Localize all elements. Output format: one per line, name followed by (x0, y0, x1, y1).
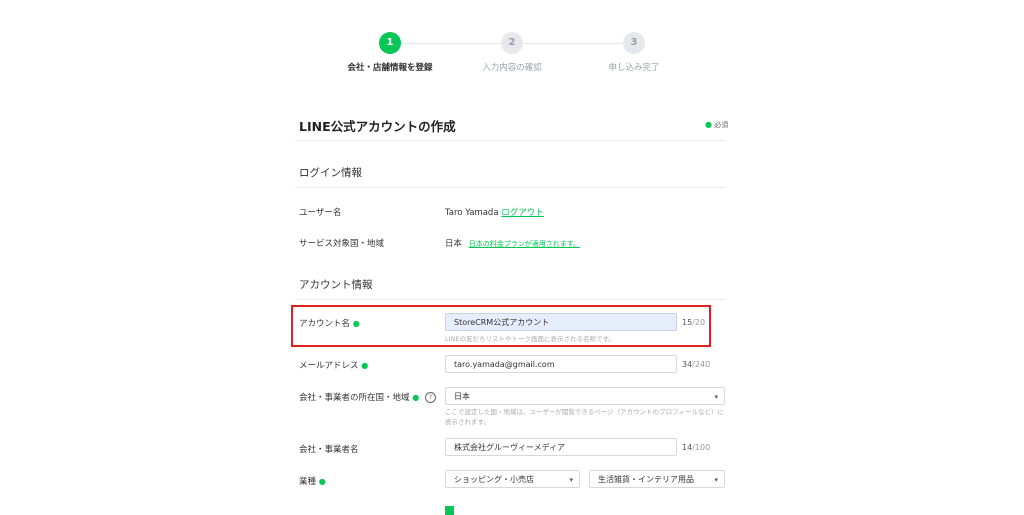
help-icon[interactable]: ? (424, 392, 436, 403)
industry-category-select[interactable]: ショッピング・小売店 ▾ (445, 470, 580, 488)
industry-category-value: ショッピング・小売店 (454, 475, 534, 484)
company-name-max: /100 (692, 443, 711, 452)
email-max: /240 (692, 360, 711, 369)
highlight-box (291, 305, 711, 347)
company-name-counter: 14/100 (682, 443, 710, 452)
step-number: 1 (379, 32, 401, 54)
chevron-down-icon: ▾ (714, 476, 718, 484)
step-label: 入力内容の確認 (482, 63, 542, 73)
required-dot-icon: ● (361, 361, 369, 370)
country-select[interactable]: 日本 ▾ (445, 387, 725, 405)
company-name-input[interactable]: 株式会社グルーヴィーメディア (445, 438, 677, 456)
country-hint-line: ここで設定した国・地域は、ユーザーが閲覧できるページ（アカウントのプロフィールな… (445, 408, 724, 416)
username-value: Taro Yamada (445, 208, 499, 218)
country-hint: ここで設定した国・地域は、ユーザーが閲覧できるページ（アカウントのプロフィールな… (445, 407, 735, 427)
required-legend-text: 必須 (714, 121, 729, 129)
email-label: メールアドレス ● (299, 359, 368, 371)
service-region-value: 日本 (445, 239, 463, 249)
chevron-down-icon: ▾ (569, 476, 573, 484)
step-1: 1 会社・店舗情報を登録 (335, 32, 445, 73)
email-counter: 34/240 (682, 360, 710, 369)
section-title-account: アカウント情報 (299, 279, 373, 291)
chevron-down-icon: ▾ (714, 393, 718, 401)
service-region-label: サービス対象国・地域 (299, 239, 385, 249)
step-label: 申し込み完了 (608, 63, 660, 73)
country-label-text: 会社・事業者の所在国・地域 (299, 393, 410, 403)
country-hint-line: 表示されます。 (445, 418, 490, 426)
required-dot-icon: ● (705, 120, 712, 129)
industry-subcategory-value: 生活雑貨・インテリア用品 (598, 475, 694, 484)
industry-subcategory-select[interactable]: 生活雑貨・インテリア用品 ▾ (589, 470, 725, 488)
company-name-count: 14 (682, 443, 693, 452)
step-number: 2 (501, 32, 523, 54)
email-count: 34 (682, 360, 693, 369)
email-input[interactable]: taro.yamada@gmail.com (445, 355, 677, 373)
divider (295, 299, 725, 300)
service-region-row: 日本 日本の料金プランが適用されます。 (445, 237, 580, 249)
username-label: ユーザー名 (299, 208, 342, 218)
section-title-login: ログイン情報 (299, 167, 362, 179)
industry-label-text: 業種 (299, 477, 317, 487)
logout-link[interactable]: ログアウト (501, 208, 544, 218)
username-value-row: Taro Yamada ログアウト (445, 206, 544, 218)
checkbox-partial[interactable] (445, 506, 454, 515)
industry-label: 業種 ● (299, 475, 326, 487)
required-dot-icon: ● (412, 393, 420, 402)
progress-stepper: 1 会社・店舗情報を登録 2 入力内容の確認 3 申し込み完了 (340, 32, 680, 82)
company-name-label: 会社・事業者名 (299, 445, 359, 455)
country-label: 会社・事業者の所在国・地域 ● ? (299, 391, 436, 403)
required-dot-icon: ● (318, 477, 326, 486)
pricing-plan-link[interactable]: 日本の料金プランが適用されます。 (469, 240, 580, 248)
country-select-value: 日本 (454, 392, 470, 401)
divider (295, 140, 725, 141)
page-title: LINE公式アカウントの作成 (299, 119, 456, 134)
step-3: 3 申し込み完了 (579, 32, 689, 73)
step-label: 会社・店舗情報を登録 (347, 63, 433, 73)
step-number: 3 (623, 32, 645, 54)
divider (295, 187, 725, 188)
step-2: 2 入力内容の確認 (457, 32, 567, 73)
required-legend: ● 必須 (705, 120, 728, 130)
email-label-text: メールアドレス (299, 361, 359, 371)
